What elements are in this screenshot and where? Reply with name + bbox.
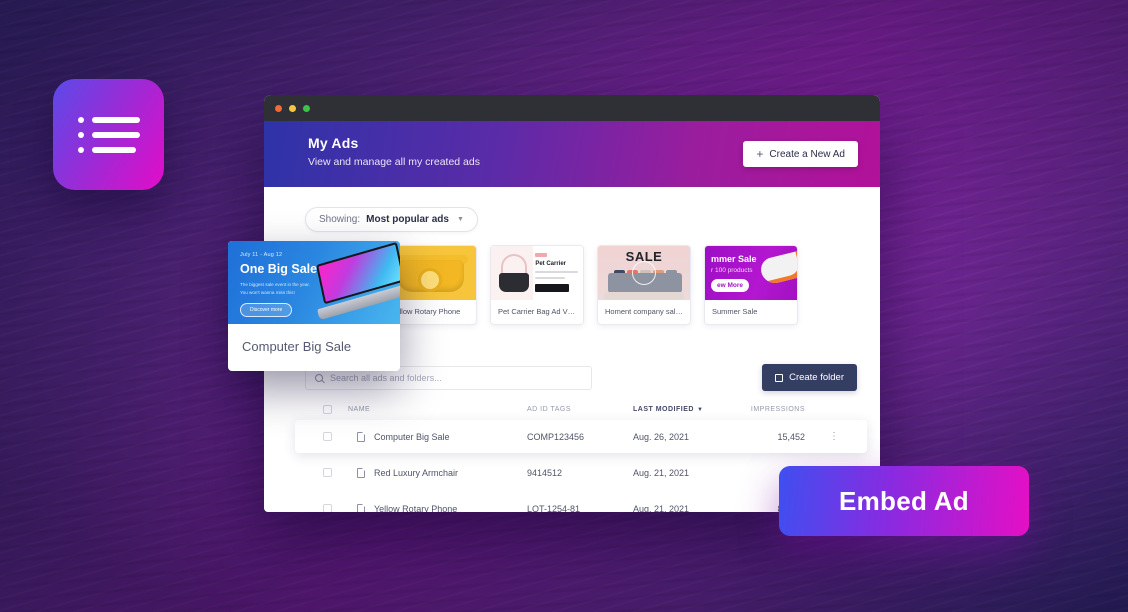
learn-more-button [535, 284, 570, 292]
embed-ad-button[interactable]: Embed Ad [779, 466, 1029, 536]
window-maximize-icon[interactable] [303, 104, 310, 112]
ad-card-caption: Pet Carrier Bag Ad V2.1 [498, 307, 579, 316]
row-name: Red Luxury Armchair [374, 467, 459, 478]
ad-cta-button: Discover more [240, 302, 293, 317]
page-subtitle: View and manage all my created ads [308, 156, 480, 168]
row-impressions: 15,452 [777, 431, 805, 442]
pet-carrier-copy: Pet Carrier [533, 246, 583, 300]
showing-filter-dropdown[interactable]: Showing: Most popular ads ▼ [305, 207, 478, 232]
document-icon [357, 467, 365, 478]
pet-carrier-image [491, 246, 534, 300]
list-bullet-icon [77, 131, 84, 138]
ad-card-thumbnail: Pet Carrier [491, 246, 583, 300]
kebab-menu-icon[interactable]: ⋮ [829, 431, 839, 442]
ad-card[interactable]: SALE Homent company sale... [597, 245, 691, 325]
bag-body [499, 273, 529, 292]
copy-line [535, 277, 566, 279]
column-header-last-modified[interactable]: LAST MODIFIED ▼ [633, 406, 727, 413]
row-last-modified: Aug. 26, 2021 [633, 431, 690, 442]
row-last-modified: Aug. 21, 2021 [633, 503, 690, 513]
search-input[interactable] [330, 372, 582, 383]
list-line [91, 116, 140, 123]
row-name: Yellow Rotary Phone [374, 503, 458, 513]
create-folder-button[interactable]: Create folder [762, 364, 857, 391]
showing-filter-value: Most popular ads [366, 214, 449, 225]
ad-card-thumbnail: SALE [598, 246, 690, 300]
chevron-down-icon: ▼ [456, 216, 464, 223]
row-name-cell: Computer Big Sale [332, 431, 527, 442]
ad-card-caption: Summer Sale [712, 307, 758, 316]
row-last-modified: Aug. 21, 2021 [633, 467, 690, 478]
pet-carrier-headline: Pet Carrier [535, 261, 566, 267]
column-header-impressions[interactable]: IMPRESSIONS [727, 406, 805, 413]
page-title: My Ads [308, 135, 359, 151]
search-icon [315, 373, 323, 382]
phone-dial [418, 268, 442, 292]
list-icon-row [77, 116, 140, 123]
select-all-checkbox[interactable] [323, 405, 332, 414]
plus-icon: + [756, 147, 764, 161]
window-close-icon[interactable] [275, 104, 282, 112]
dragged-ad-card[interactable]: July 11 - Aug 12 One Big Sale The bigges… [228, 241, 400, 371]
list-bullet-icon [77, 116, 84, 123]
column-header-name[interactable]: NAME [332, 406, 527, 413]
document-icon [357, 431, 365, 442]
ad-description: The biggest sale event in the year. You … [240, 282, 310, 295]
list-icon-row [77, 146, 140, 153]
table-row[interactable]: Red Luxury Armchair 9414512 Aug. 21, 202… [305, 456, 857, 489]
ad-card[interactable]: Pet Carrier Pet Carrier Bag Ad V2.1 [490, 245, 584, 325]
table-row[interactable]: Computer Big Sale COMP123456 Aug. 26, 20… [295, 420, 867, 453]
dragged-ad-thumbnail: July 11 - Aug 12 One Big Sale The bigges… [228, 241, 400, 324]
row-name-cell: Yellow Rotary Phone [332, 503, 527, 513]
ad-card[interactable]: mmer Sale r 100 products ew More Summer … [704, 245, 798, 325]
row-checkbox[interactable] [323, 504, 332, 512]
row-checkbox[interactable] [323, 432, 332, 441]
row-name-cell: Red Luxury Armchair [332, 467, 527, 478]
create-folder-label: Create folder [789, 372, 844, 383]
page-header-text: My Ads View and manage all my created ad… [308, 135, 480, 168]
row-tags: LOT-1254-81 [527, 503, 581, 513]
list-line [91, 131, 140, 138]
row-checkbox[interactable] [323, 468, 332, 477]
window-minimize-icon[interactable] [289, 104, 296, 112]
page-header: My Ads View and manage all my created ad… [264, 121, 880, 187]
column-header-tags[interactable]: AD ID TAGS [527, 406, 633, 413]
watermark-icon [632, 261, 656, 285]
row-tags: 9414512 [527, 467, 563, 478]
summer-cta: ew More [711, 279, 750, 292]
table-header-row: NAME AD ID TAGS LAST MODIFIED ▼ IMPRESSIO… [305, 405, 857, 420]
row-actions[interactable]: ⋮ [805, 431, 839, 442]
sale-badge [535, 253, 548, 257]
dragged-ad-caption: Computer Big Sale [242, 339, 352, 354]
ad-card-thumbnail: mmer Sale r 100 products ew More [705, 246, 797, 300]
list-line [91, 146, 136, 153]
rug [604, 292, 684, 300]
ads-table: NAME AD ID TAGS LAST MODIFIED ▼ IMPRESSIO… [295, 405, 867, 512]
row-tags: COMP123456 [527, 431, 585, 442]
table-row[interactable]: Yellow Rotary Phone LOT-1254-81 Aug. 21,… [305, 492, 857, 512]
showing-filter-prefix: Showing: [319, 214, 361, 225]
list-icon [77, 108, 140, 162]
window-titlebar [264, 95, 880, 121]
create-new-ad-label: Create a New Ad [769, 148, 845, 160]
app-logo-tile [53, 79, 164, 190]
copy-line [535, 271, 578, 273]
ad-card-caption: Homent company sale... [605, 307, 686, 316]
folder-icon [775, 373, 784, 382]
list-bullet-icon [77, 146, 84, 153]
document-icon [357, 503, 365, 512]
chevron-down-icon: ▼ [696, 407, 704, 413]
row-name: Computer Big Sale [374, 431, 450, 442]
create-new-ad-button[interactable]: + Create a New Ad [743, 141, 858, 167]
list-icon-row [77, 131, 140, 138]
